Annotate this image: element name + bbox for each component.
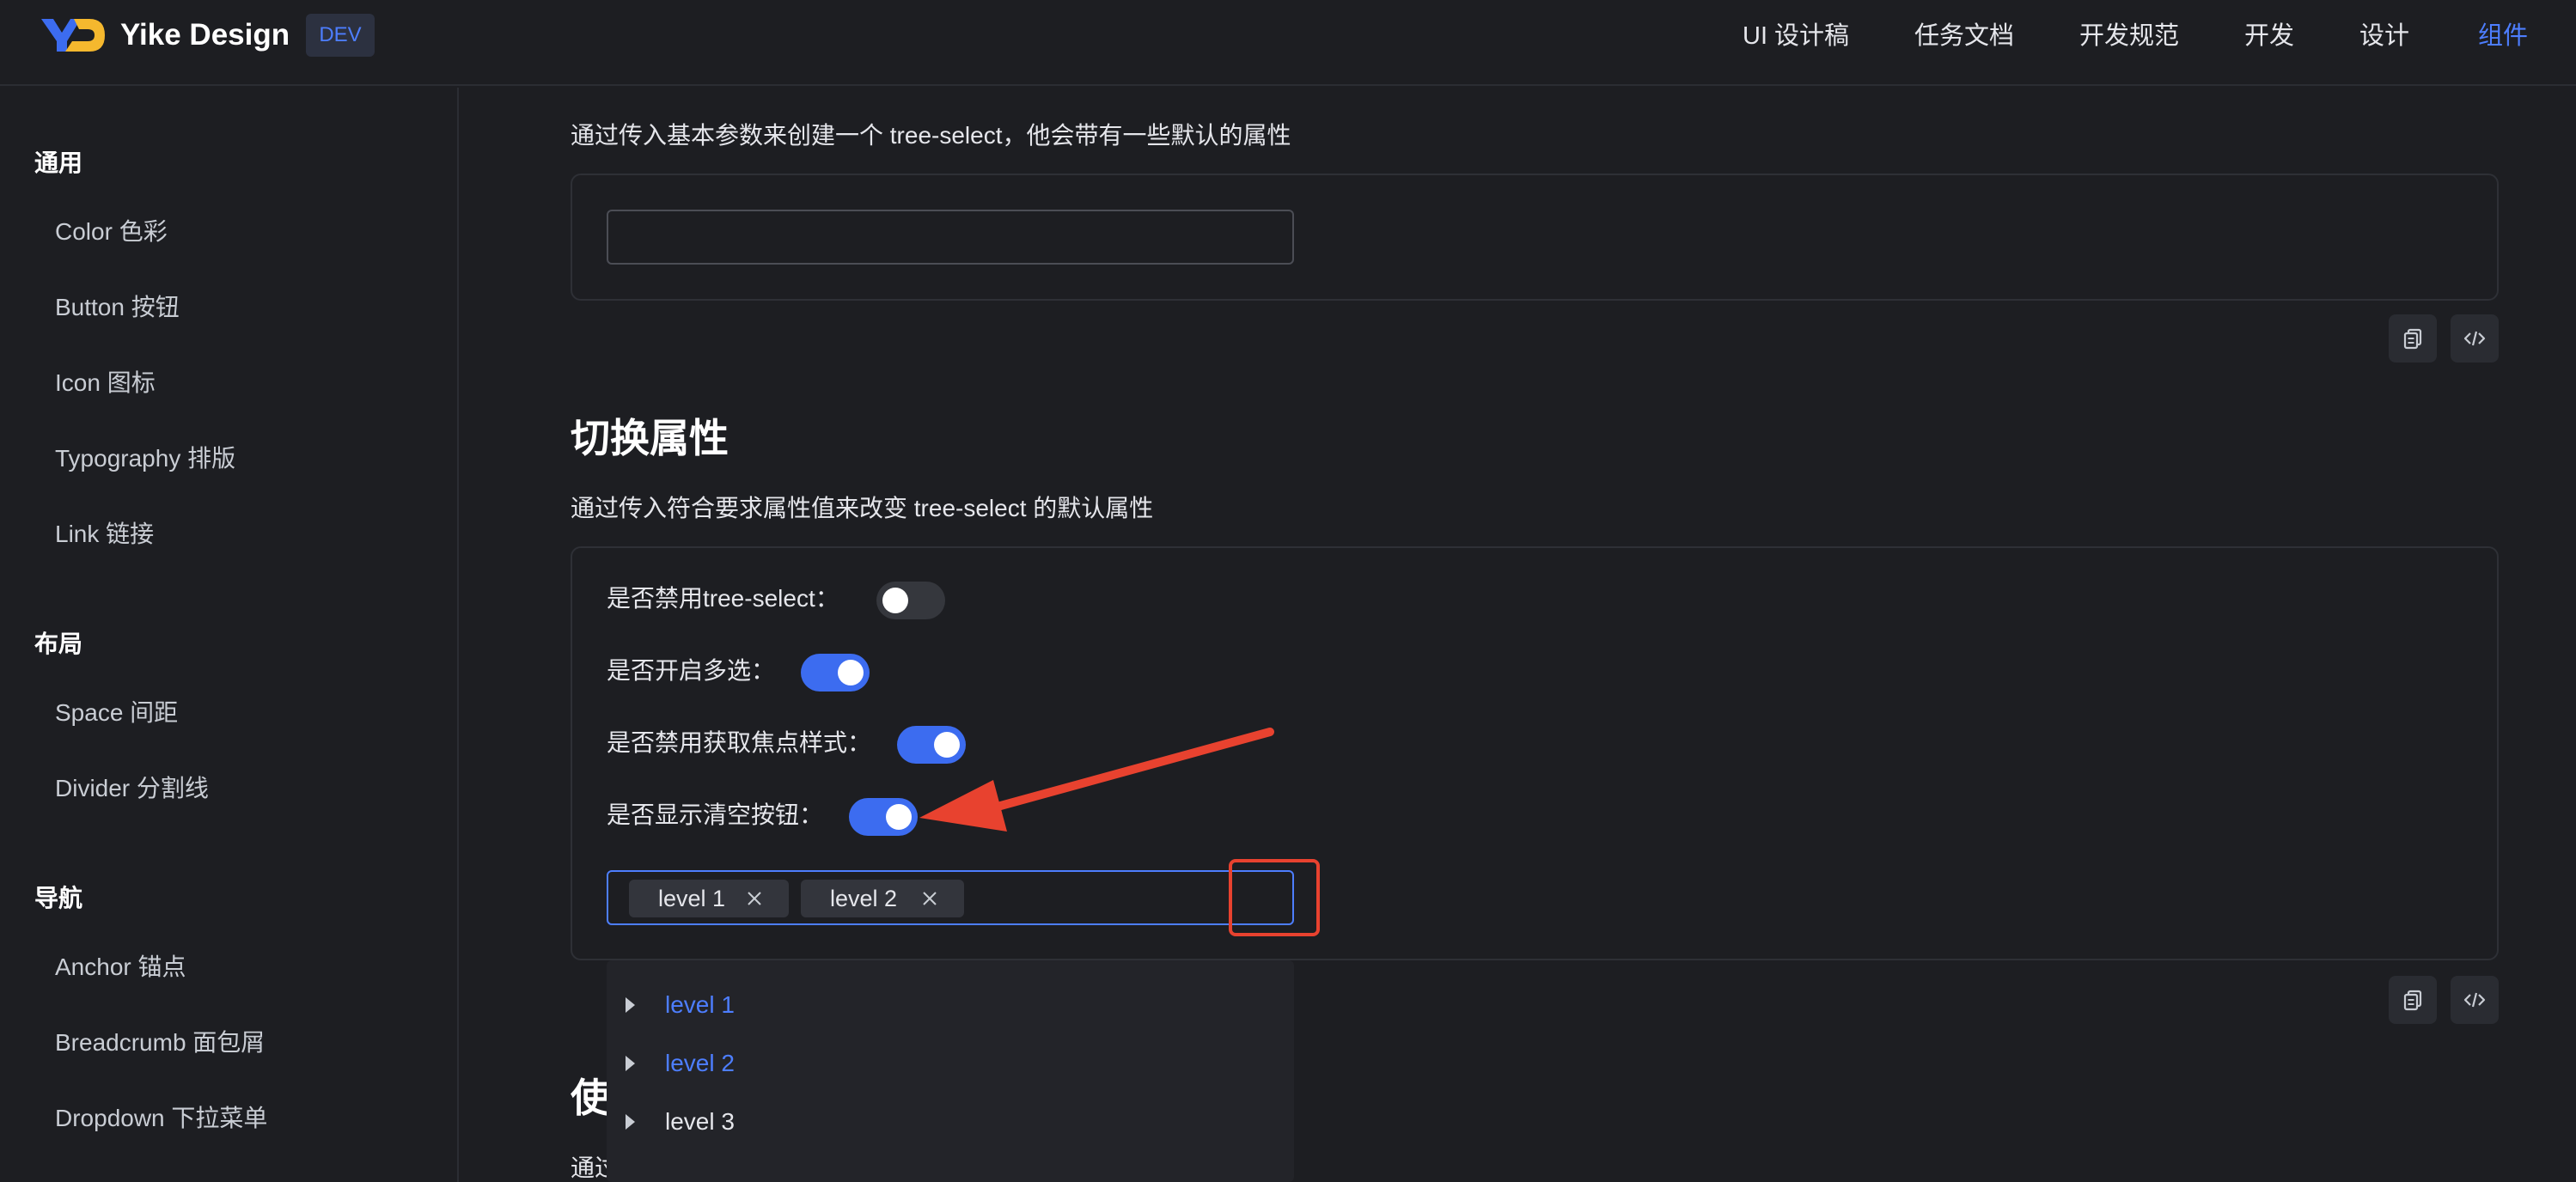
copy-button[interactable] bbox=[2389, 314, 2437, 363]
sidebar-item-icon[interactable]: Icon 图标 bbox=[55, 366, 156, 400]
sidebar-item-button[interactable]: Button 按钮 bbox=[55, 290, 180, 325]
tag-label: level 2 bbox=[830, 886, 898, 911]
nav-design[interactable]: 设计 bbox=[2359, 17, 2409, 55]
yike-logo[interactable] bbox=[40, 15, 105, 55]
tree-node-label: level 3 bbox=[665, 1108, 735, 1135]
annotation-arrow bbox=[919, 728, 1274, 832]
brand-name[interactable]: Yike Design bbox=[120, 15, 290, 55]
sidebar-item-typography[interactable]: Typography 排版 bbox=[55, 442, 235, 476]
caret-right-icon[interactable] bbox=[626, 1114, 635, 1130]
switch-disable-select[interactable] bbox=[876, 582, 945, 619]
copy-icon bbox=[2403, 990, 2422, 1011]
annotation-highlight-box bbox=[1229, 859, 1320, 936]
sidebar-group-general: 通用 bbox=[34, 149, 83, 176]
switch-show-clear[interactable] bbox=[849, 798, 918, 836]
label-disable-select: 是否禁用tree-select： bbox=[607, 585, 839, 612]
label-disable-focus-style: 是否禁用获取焦点样式： bbox=[607, 729, 872, 756]
section-title-usage-partial: 使 bbox=[571, 1075, 610, 1120]
sidebar-item-space[interactable]: Space 间距 bbox=[55, 696, 178, 730]
selected-tag: level 2 bbox=[801, 880, 964, 917]
code-button[interactable] bbox=[2451, 314, 2499, 363]
tree-select-dropdown: level 1 level 2 level 3 bbox=[607, 960, 1294, 1182]
nav-dev-spec[interactable]: 开发规范 bbox=[2079, 17, 2179, 55]
sidebar-item-anchor[interactable]: Anchor 锚点 bbox=[55, 950, 186, 984]
tag-label: level 1 bbox=[658, 886, 726, 911]
basic-description: 通过传入基本参数来创建一个 tree-select，他会带有一些默认的属性 bbox=[571, 122, 1291, 149]
label-show-clear: 是否显示清空按钮： bbox=[607, 801, 824, 828]
close-icon[interactable] bbox=[746, 890, 763, 907]
sidebar-item-color[interactable]: Color 色彩 bbox=[55, 215, 168, 249]
sidebar-item-divider[interactable]: Divider 分割线 bbox=[55, 771, 209, 806]
copy-button[interactable] bbox=[2389, 976, 2437, 1024]
nav-task-docs[interactable]: 任务文档 bbox=[1914, 17, 2014, 55]
caret-right-icon[interactable] bbox=[626, 1056, 635, 1071]
copy-icon bbox=[2403, 328, 2422, 350]
code-icon bbox=[2463, 992, 2486, 1008]
label-multiple: 是否开启多选： bbox=[607, 657, 776, 684]
sidebar-item-breadcrumb[interactable]: Breadcrumb 面包屑 bbox=[55, 1026, 265, 1060]
caret-right-icon[interactable] bbox=[626, 997, 635, 1013]
code-icon bbox=[2463, 331, 2486, 346]
code-button[interactable] bbox=[2451, 976, 2499, 1024]
close-icon[interactable] bbox=[921, 890, 938, 907]
top-header: Yike Design DEV UI 设计稿 任务文档 开发规范 开发 设计 组… bbox=[0, 0, 2576, 86]
sidebar-group-layout: 布局 bbox=[34, 631, 83, 657]
tree-node-label: level 2 bbox=[665, 1050, 735, 1076]
section-title-toggle: 切换属性 bbox=[571, 416, 729, 460]
sidebar-item-dropdown[interactable]: Dropdown 下拉菜单 bbox=[55, 1101, 267, 1136]
nav-ui-design[interactable]: UI 设计稿 bbox=[1743, 17, 1849, 55]
basic-tree-select-input[interactable] bbox=[607, 210, 1294, 265]
tree-select-input[interactable]: level 1 level 2 bbox=[607, 870, 1294, 925]
sidebar-item-link[interactable]: Link 链接 bbox=[55, 517, 154, 551]
sidebar-group-navigation: 导航 bbox=[34, 885, 83, 911]
tree-node-label: level 1 bbox=[665, 991, 735, 1018]
toggle-description: 通过传入符合要求属性值来改变 tree-select 的默认属性 bbox=[571, 495, 1154, 521]
nav-develop[interactable]: 开发 bbox=[2244, 17, 2294, 55]
nav-components[interactable]: 组件 bbox=[2478, 17, 2528, 55]
selected-tag: level 1 bbox=[629, 880, 789, 917]
env-badge: DEV bbox=[306, 14, 375, 57]
switch-multiple[interactable] bbox=[801, 654, 870, 692]
